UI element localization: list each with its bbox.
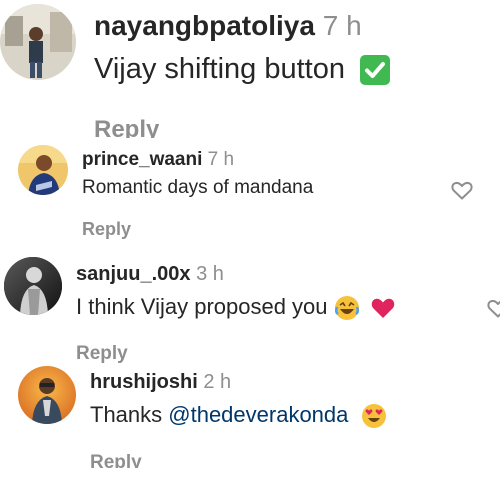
comment-item: nayangbpatoliya 7 h Vijay shifting butto…	[0, 0, 500, 140]
red-heart-icon	[370, 295, 396, 321]
laughing-face-icon	[334, 295, 360, 321]
mention-link[interactable]: @thedeverakonda	[168, 402, 348, 427]
username[interactable]: nayangbpatoliya	[94, 10, 315, 41]
comment-item: prince_waani 7 h Romantic days of mandan…	[0, 140, 500, 250]
heart-outline-icon[interactable]	[486, 296, 500, 320]
comment-header: nayangbpatoliya 7 h	[94, 10, 362, 42]
timestamp: 7 h	[207, 149, 235, 170]
comment-text: Thanks @thedeverakonda	[90, 402, 387, 429]
comment-item: hrushijoshi 2 h Thanks @thedeverakonda R…	[0, 360, 500, 500]
check-mark-icon	[359, 54, 391, 86]
comment-header: prince_waani 7 h	[82, 149, 234, 171]
comment-header: sanjuu_.00x 3 h	[76, 263, 224, 286]
comment-header: hrushijoshi 2 h	[90, 371, 231, 394]
comment-item: sanjuu_.00x 3 h I think Vijay proposed y…	[0, 250, 500, 364]
timestamp: 2 h	[203, 371, 232, 393]
comment-text: Romantic days of mandana	[82, 177, 314, 198]
heart-eyes-face-icon	[361, 403, 387, 429]
avatar[interactable]	[18, 145, 68, 195]
timestamp: 3 h	[196, 263, 224, 285]
comment-text: I think Vijay proposed you	[76, 294, 396, 321]
comment-text: Vijay shifting button	[94, 53, 391, 86]
reply-button[interactable]: Reply	[94, 116, 159, 138]
avatar[interactable]	[18, 366, 76, 424]
timestamp: 7 h	[322, 10, 362, 41]
avatar[interactable]	[0, 4, 76, 80]
avatar[interactable]	[4, 257, 62, 315]
reply-button[interactable]: Reply	[90, 452, 142, 468]
username[interactable]: prince_waani	[82, 149, 202, 170]
username[interactable]: sanjuu_.00x	[76, 263, 191, 285]
reply-button[interactable]: Reply	[82, 219, 131, 240]
heart-outline-icon[interactable]	[450, 178, 474, 202]
username[interactable]: hrushijoshi	[90, 371, 198, 393]
